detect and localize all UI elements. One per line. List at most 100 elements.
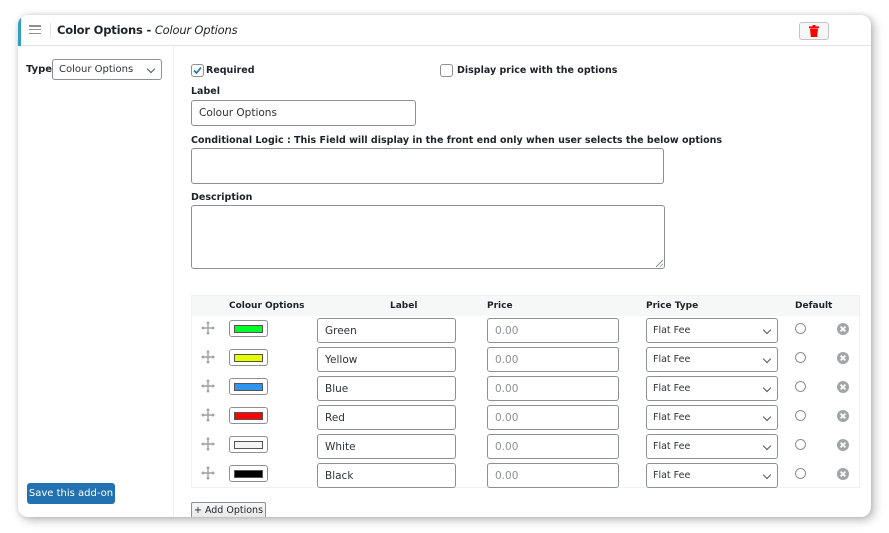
header-default: Default (795, 301, 833, 311)
description-textarea[interactable] (191, 205, 665, 269)
option-label-input[interactable]: Red (317, 405, 456, 430)
sidebar: Type Colour Options Save this add-on (18, 46, 174, 517)
remove-option-icon[interactable] (837, 323, 849, 335)
price-type-value: Flat Fee (653, 470, 691, 481)
color-swatch (234, 440, 263, 449)
default-radio[interactable] (795, 439, 806, 450)
price-type-select[interactable]: Flat Fee (646, 347, 778, 372)
display-price-label: Display price with the options (457, 65, 618, 76)
color-swatch (234, 382, 263, 391)
price-type-select[interactable]: Flat Fee (646, 405, 778, 430)
option-price-input[interactable]: 0.00 (487, 376, 619, 401)
option-label-input[interactable]: Blue (317, 376, 456, 401)
price-type-select[interactable]: Flat Fee (646, 434, 778, 459)
chevron-down-icon (762, 383, 772, 392)
trash-icon (809, 25, 819, 37)
price-type-value: Flat Fee (653, 325, 691, 336)
option-price-input[interactable]: 0.00 (487, 405, 619, 430)
option-label-input[interactable]: Green (317, 318, 456, 343)
default-radio[interactable] (795, 352, 806, 363)
chevron-down-icon (762, 441, 772, 450)
resize-handle-icon[interactable] (656, 260, 663, 267)
drag-handle-icon[interactable] (201, 379, 215, 393)
price-type-value: Flat Fee (653, 383, 691, 394)
option-label-input[interactable]: Black (317, 463, 456, 488)
color-swatch-button[interactable] (229, 320, 268, 337)
color-swatch (234, 411, 263, 420)
chevron-down-icon (762, 470, 772, 479)
header-price: Price (487, 301, 513, 311)
color-swatch (234, 353, 263, 362)
default-radio[interactable] (795, 381, 806, 392)
color-swatch-button[interactable] (229, 378, 268, 395)
panel-header: Color Options - Colour Options (18, 15, 871, 46)
option-row: Green 0.00 Flat Fee (192, 316, 859, 345)
header-price-type: Price Type (646, 301, 699, 311)
label-heading: Label (191, 86, 220, 97)
price-type-value: Flat Fee (653, 412, 691, 423)
panel-title: Color Options - Colour Options (57, 23, 238, 37)
option-row: White 0.00 Flat Fee (192, 432, 859, 461)
remove-option-icon[interactable] (837, 381, 849, 393)
remove-option-icon[interactable] (837, 352, 849, 364)
option-price-input[interactable]: 0.00 (487, 318, 619, 343)
price-type-select[interactable]: Flat Fee (646, 376, 778, 401)
hamburger-menu-icon[interactable] (29, 25, 41, 35)
option-row: Blue 0.00 Flat Fee (192, 374, 859, 403)
color-swatch (234, 469, 263, 478)
remove-option-icon[interactable] (837, 439, 849, 451)
conditional-logic-field[interactable] (191, 148, 664, 184)
color-swatch (234, 324, 263, 333)
header-label: Label (390, 301, 418, 311)
drag-handle-icon[interactable] (201, 408, 215, 422)
option-row: Yellow 0.00 Flat Fee (192, 345, 859, 374)
drag-handle-icon[interactable] (201, 321, 215, 335)
title-type: Color Options - (57, 23, 155, 37)
addon-panel: Color Options - Colour Options Type Colo… (18, 15, 871, 517)
price-type-value: Flat Fee (653, 441, 691, 452)
delete-button[interactable] (799, 22, 829, 40)
drag-handle-icon[interactable] (201, 437, 215, 451)
table-header: Colour Options Label Price Price Type De… (192, 296, 859, 316)
drag-handle-icon[interactable] (201, 350, 215, 364)
color-swatch-button[interactable] (229, 465, 268, 482)
required-checkbox[interactable] (191, 64, 204, 77)
option-price-input[interactable]: 0.00 (487, 463, 619, 488)
option-price-input[interactable]: 0.00 (487, 434, 619, 459)
chevron-down-icon (762, 354, 772, 363)
type-select[interactable]: Colour Options (52, 59, 162, 80)
price-type-select[interactable]: Flat Fee (646, 318, 778, 343)
option-price-input[interactable]: 0.00 (487, 347, 619, 372)
save-addon-button[interactable]: Save this add-on (27, 483, 115, 504)
remove-option-icon[interactable] (837, 410, 849, 422)
header-divider (50, 23, 51, 38)
price-type-value: Flat Fee (653, 354, 691, 365)
color-swatch-button[interactable] (229, 436, 268, 453)
required-label: Required (206, 65, 255, 76)
color-swatch-button[interactable] (229, 407, 268, 424)
description-heading: Description (191, 192, 253, 203)
conditional-logic-heading: Conditional Logic : This Field will disp… (191, 135, 723, 146)
header-colour-options: Colour Options (229, 301, 305, 311)
price-type-select[interactable]: Flat Fee (646, 463, 778, 488)
option-row: Red 0.00 Flat Fee (192, 403, 859, 432)
default-radio[interactable] (795, 468, 806, 479)
type-label: Type (26, 64, 53, 75)
option-label-input[interactable]: Yellow (317, 347, 456, 372)
chevron-down-icon (146, 64, 156, 73)
default-radio[interactable] (795, 323, 806, 334)
checkmark-icon (193, 66, 202, 75)
type-select-value: Colour Options (59, 64, 134, 75)
display-price-checkbox[interactable] (440, 64, 453, 77)
default-radio[interactable] (795, 410, 806, 421)
remove-option-icon[interactable] (837, 468, 849, 480)
chevron-down-icon (762, 412, 772, 421)
color-swatch-button[interactable] (229, 349, 268, 366)
options-table: Colour Options Label Price Price Type De… (191, 295, 860, 488)
option-row: Black 0.00 Flat Fee (192, 461, 859, 490)
chevron-down-icon (762, 325, 772, 334)
add-options-button[interactable]: + Add Options (191, 502, 266, 517)
label-input[interactable]: Colour Options (191, 100, 416, 126)
option-label-input[interactable]: White (317, 434, 456, 459)
drag-handle-icon[interactable] (201, 466, 215, 480)
